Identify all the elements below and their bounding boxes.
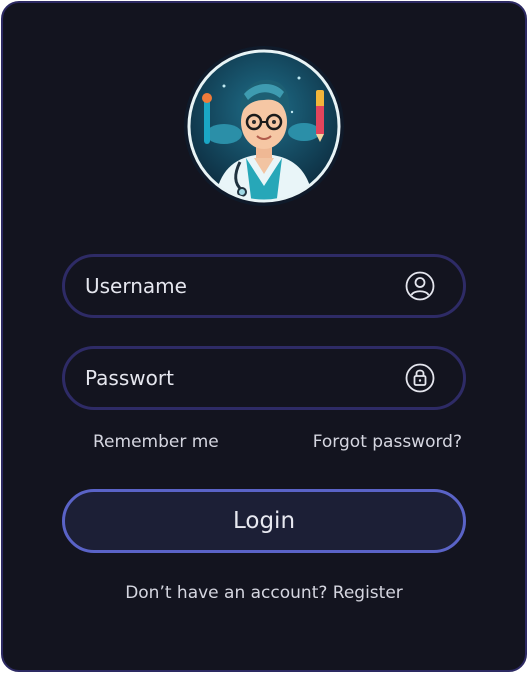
username-field <box>62 254 466 318</box>
login-button[interactable]: Login <box>62 489 466 553</box>
username-input[interactable] <box>85 257 395 315</box>
lock-circle-icon <box>405 363 435 393</box>
doctor-avatar-icon <box>184 46 344 206</box>
remember-me-toggle[interactable]: Remember me <box>93 432 219 452</box>
password-input[interactable] <box>85 349 395 407</box>
user-circle-icon <box>405 271 435 301</box>
register-link[interactable]: Don’t have an account? Register <box>3 583 525 603</box>
password-field <box>62 346 466 410</box>
forgot-password-link[interactable]: Forgot password? <box>313 432 462 452</box>
login-card: Remember me Forgot password? Login Don’t… <box>1 1 527 672</box>
